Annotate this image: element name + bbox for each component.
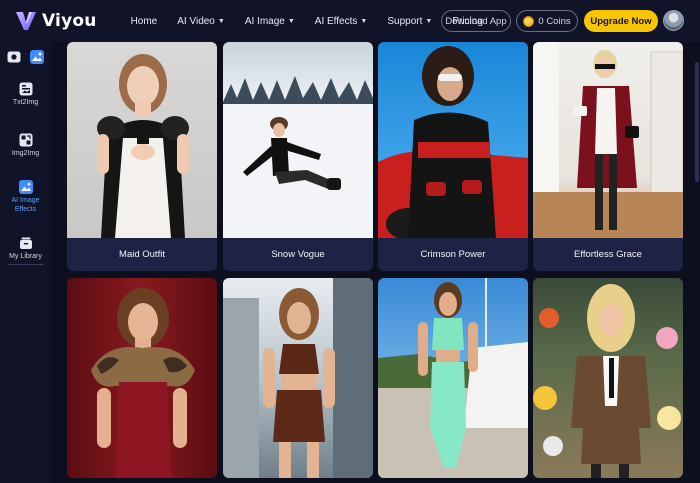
effect-card[interactable] — [533, 278, 683, 478]
chevron-down-icon: ▼ — [360, 17, 368, 25]
nav-ai-video-label: AI Video — [177, 15, 215, 27]
download-app-button[interactable]: Download App — [441, 10, 511, 32]
video-mode-icon[interactable] — [7, 50, 21, 64]
nav-support-label: Support — [387, 15, 423, 27]
effect-card[interactable] — [223, 278, 373, 478]
coins-label: 0 Coins — [538, 15, 571, 27]
effect-card-title: Maid Outfit — [119, 249, 165, 260]
nav-ai-image-label: AI Image — [244, 15, 285, 27]
nav-support[interactable]: Support ▼ — [387, 16, 432, 27]
sidebar-item-ai-image-effects[interactable]: AI Image Effects — [0, 180, 51, 214]
effect-card-snow-vogue[interactable]: Snow Vogue — [223, 42, 373, 271]
sidebar-mode-switch — [7, 50, 44, 64]
avatar[interactable] — [663, 10, 684, 31]
sidebar-item-txt2img[interactable]: Txt2Img — [0, 82, 51, 108]
coin-icon — [523, 15, 535, 27]
nav-ai-image[interactable]: AI Image ▼ — [245, 16, 295, 27]
effect-preview-image — [67, 278, 217, 478]
upgrade-button[interactable]: Upgrade Now — [584, 10, 658, 32]
scrollbar-thumb[interactable] — [695, 62, 699, 182]
nav-home-label: Home — [130, 15, 158, 27]
effect-card[interactable] — [378, 278, 528, 478]
ai-effects-icon — [18, 180, 33, 194]
effect-preview-image — [223, 278, 373, 478]
effect-card-title: Crimson Power — [420, 249, 486, 260]
sidebar-divider — [8, 264, 43, 265]
brand-name: Viyou — [42, 11, 97, 31]
chevron-down-icon: ▼ — [287, 17, 295, 25]
top-bar: Viyou Home AI Video ▼ AI Image ▼ AI Effect… — [0, 0, 700, 42]
effect-preview-image — [67, 42, 217, 238]
sidebar-item-label: My Library — [9, 253, 42, 260]
text-image-icon — [19, 82, 32, 96]
sidebar-item-label: AI Image Effects — [11, 197, 40, 213]
sidebar-item-my-library[interactable]: My Library — [0, 236, 51, 262]
effect-preview-image — [378, 278, 528, 478]
library-icon — [19, 237, 32, 249]
effect-preview-image — [533, 42, 683, 238]
effect-preview-image — [378, 42, 528, 238]
effect-preview-image — [533, 278, 683, 478]
sidebar-item-label: Txt2Img — [12, 99, 39, 106]
nav-ai-video[interactable]: AI Video ▼ — [177, 16, 225, 27]
chevron-down-icon: ▼ — [217, 17, 225, 25]
effect-card-effortless-grace[interactable]: Effortless Grace — [533, 42, 683, 271]
effect-card-maid-outfit[interactable]: Maid Outfit — [67, 42, 217, 271]
image-mode-icon[interactable] — [30, 50, 44, 64]
sidebar: Txt2Img Img2Img AI Image Effects My Libr… — [0, 42, 51, 483]
image-image-icon — [19, 133, 32, 147]
download-app-label: Download App — [445, 15, 507, 27]
brand-logo[interactable]: Viyou — [14, 9, 97, 33]
nav-ai-effects-label: AI Effects — [314, 15, 358, 27]
upgrade-label: Upgrade Now — [590, 15, 652, 27]
chevron-down-icon: ▼ — [425, 17, 433, 25]
nav-home[interactable]: Home — [131, 16, 158, 27]
effect-card-crimson-power[interactable]: Crimson Power — [378, 42, 528, 271]
sidebar-item-img2img[interactable]: Img2Img — [0, 133, 51, 159]
viyou-logo-icon — [16, 12, 36, 30]
effects-grid: Maid Outfit Snow Vogue Crimson Power Eff… — [51, 42, 700, 483]
effect-card-title: Effortless Grace — [574, 249, 642, 260]
effect-card-title: Snow Vogue — [271, 249, 325, 260]
effect-card[interactable] — [67, 278, 217, 478]
effect-preview-image — [223, 42, 373, 238]
sidebar-item-label: Img2Img — [11, 150, 40, 157]
coins-button[interactable]: 0 Coins — [516, 10, 578, 32]
content-scrollbar[interactable] — [694, 42, 700, 483]
nav-ai-effects[interactable]: AI Effects ▼ — [315, 16, 368, 27]
